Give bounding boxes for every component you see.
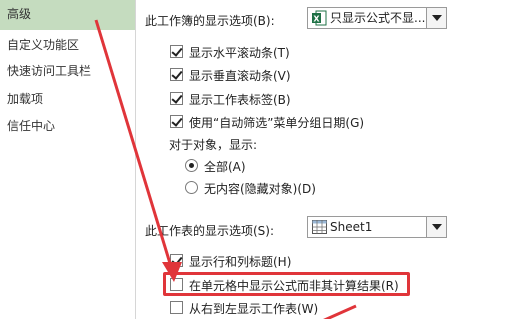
- sheet-select-dropdown-button[interactable]: [426, 217, 446, 237]
- checkbox-right-to-left[interactable]: [170, 301, 183, 314]
- checkbox-sheet-tabs[interactable]: [170, 92, 183, 105]
- workbook-select[interactable]: X 只显示公式不显...: [307, 7, 447, 29]
- objects-display-label: 对于对象，显示:: [169, 138, 258, 152]
- sheet-select-value: Sheet1: [330, 220, 373, 234]
- option-label: 使用“自动筛选”菜单分组日期(G): [189, 116, 365, 130]
- sidebar-item-quick-access-toolbar[interactable]: 快速访问工具栏: [0, 56, 135, 87]
- sheet-select[interactable]: Sheet1: [307, 216, 447, 238]
- chevron-down-icon: [432, 224, 442, 230]
- worksheet-icon: [312, 220, 327, 234]
- radio-label: 全部(A): [204, 160, 246, 174]
- workbook-select-dropdown-button[interactable]: [426, 8, 446, 28]
- radio-label: 无内容(隐藏对象)(D): [204, 182, 316, 196]
- workbook-display-section-label: 此工作簿的显示选项(B):: [145, 14, 275, 28]
- workbook-select-value: 只显示公式不显...: [330, 11, 426, 25]
- svg-text:X: X: [313, 15, 320, 24]
- option-label: 显示水平滚动条(T): [189, 46, 290, 60]
- sheet-display-section-label: 此工作表的显示选项(S):: [145, 224, 275, 238]
- option-label: 从右到左显示工作表(W): [189, 302, 319, 316]
- radio-all[interactable]: [185, 159, 198, 172]
- checkbox-vertical-scrollbar[interactable]: [170, 68, 183, 81]
- highlight-box-annotation: [163, 272, 410, 296]
- checkbox-autofilter-group-dates[interactable]: [170, 115, 183, 128]
- checkbox-horizontal-scrollbar[interactable]: [170, 45, 183, 58]
- excel-workbook-icon: X: [312, 10, 327, 26]
- radio-hide-objects[interactable]: [185, 181, 198, 194]
- option-label: 显示行和列标题(H): [189, 255, 292, 269]
- sidebar-item-trust-center[interactable]: 信任中心: [0, 111, 135, 142]
- chevron-down-icon: [432, 15, 442, 21]
- option-label: 显示垂直滚动条(V): [189, 69, 291, 83]
- checkbox-row-column-headers[interactable]: [170, 254, 183, 267]
- options-sidebar: 高级 自定义功能区 快速访问工具栏 加载项 信任中心: [0, 0, 136, 319]
- option-label: 显示工作表标签(B): [189, 93, 291, 107]
- sidebar-item-advanced[interactable]: 高级: [0, 0, 135, 30]
